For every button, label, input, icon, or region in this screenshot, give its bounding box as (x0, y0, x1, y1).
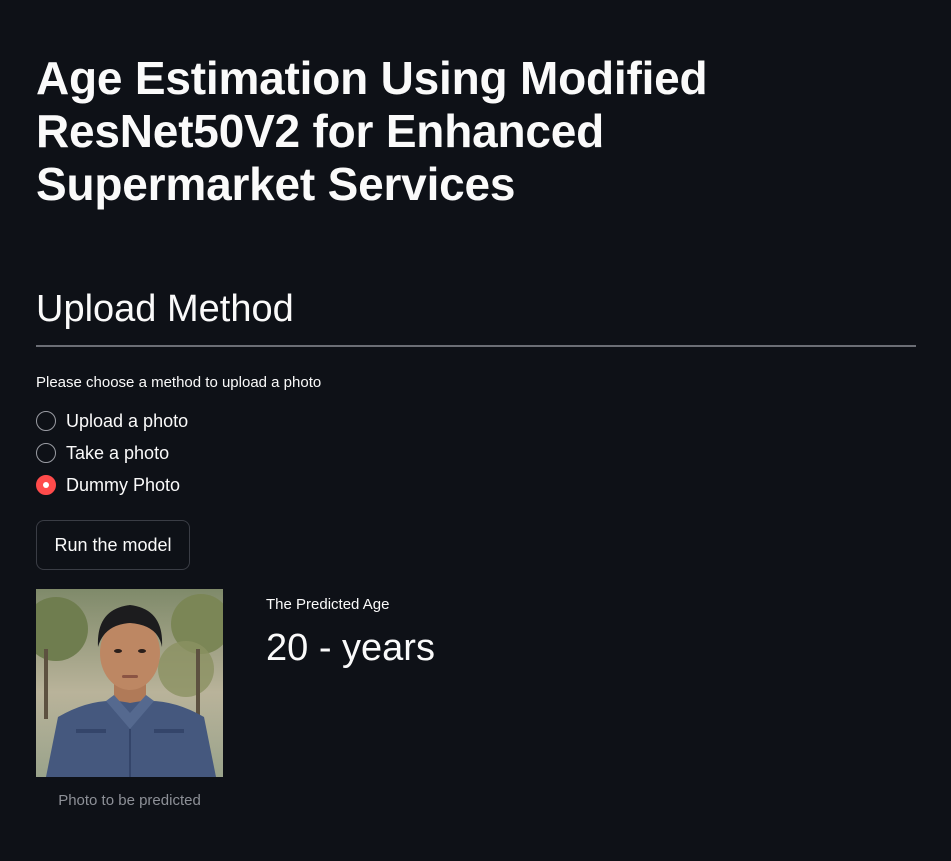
predicted-photo (36, 589, 223, 777)
radio-button-dummy-selected[interactable] (36, 475, 56, 495)
radio-option-upload-a-photo[interactable]: Upload a photo (36, 409, 188, 433)
section-heading-upload-method: Upload Method (36, 288, 294, 330)
radio-option-take-a-photo[interactable]: Take a photo (36, 441, 169, 465)
metric-value: 20 - years (266, 627, 435, 669)
radio-group-label: Please choose a method to upload a photo (36, 374, 322, 391)
metric-label: The Predicted Age (266, 596, 390, 613)
radio-option-label: Dummy Photo (66, 474, 181, 495)
page-title: Age Estimation Using Modified ResNet50V2… (36, 52, 708, 210)
radio-button-upload[interactable] (36, 411, 56, 431)
divider (36, 345, 916, 347)
radio-option-label: Take a photo (66, 442, 170, 463)
radio-button-take[interactable] (36, 443, 56, 463)
radio-option-dummy-photo[interactable]: Dummy Photo (36, 473, 180, 497)
radio-option-label: Upload a photo (66, 410, 189, 431)
photo-caption: Photo to be predicted (58, 792, 201, 809)
run-model-button[interactable]: Run the model (36, 520, 190, 570)
portrait-image (36, 589, 223, 777)
